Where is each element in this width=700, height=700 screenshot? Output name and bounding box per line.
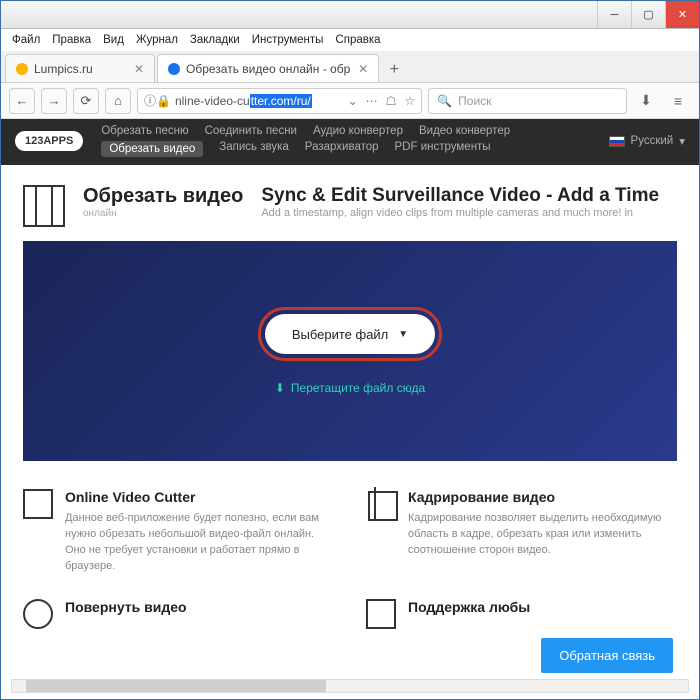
drop-hint-text: Перетащите файл сюда (291, 381, 425, 395)
tab-close-icon[interactable]: ✕ (126, 62, 144, 76)
caret-down-icon[interactable]: ▼ (398, 329, 408, 340)
home-button[interactable]: ⌂ (105, 88, 131, 114)
menu-history[interactable]: Журнал (131, 32, 183, 48)
menubar: Файл Правка Вид Журнал Закладки Инструме… (1, 29, 699, 51)
page-subtitle: онлайн (83, 208, 243, 219)
menu-join-songs[interactable]: Соединить песни (205, 125, 297, 137)
menu-bookmarks[interactable]: Закладки (185, 32, 245, 48)
chevron-down-icon: ▾ (679, 134, 685, 148)
lock-icon: 🔒 (156, 94, 171, 108)
info-icon[interactable]: ⓘ (144, 92, 156, 109)
menu-unarchiver[interactable]: Разархиватор (305, 141, 379, 157)
language-label: Русский (631, 135, 674, 147)
highlight-annotation: Выберите файл ▼ (258, 307, 442, 361)
bookmark-star-icon[interactable]: ☆ (404, 94, 415, 108)
choose-file-button[interactable]: Выберите файл ▼ (265, 314, 435, 354)
features-row-2: Повернуть видео Поддержка любы (1, 575, 699, 629)
favicon-icon (168, 63, 180, 75)
hamburger-menu-button[interactable]: ≡ (665, 88, 691, 114)
dropdown-icon[interactable]: ⌄ (348, 94, 358, 108)
menu-cut-video[interactable]: Обрезать видео (101, 141, 203, 157)
film-cut-icon (23, 185, 65, 227)
ad-title: Sync & Edit Surveillance Video - Add a T… (261, 185, 677, 207)
ad-subtitle: Add a timestamp, align video clips from … (261, 207, 677, 219)
menu-audio-converter[interactable]: Аудио конвертер (313, 125, 403, 137)
ad-block[interactable]: Sync & Edit Surveillance Video - Add a T… (261, 185, 677, 219)
page-title: Обрезать видео (83, 185, 243, 208)
film-icon (23, 489, 53, 519)
site-menu: Обрезать песню Соединить песни Аудио кон… (101, 125, 521, 157)
browser-window: ─ ▢ ✕ Файл Правка Вид Журнал Закладки Ин… (0, 0, 700, 700)
new-tab-button[interactable]: + (381, 58, 407, 82)
language-selector[interactable]: Русский ▾ (609, 134, 685, 148)
download-icon: ⬇ (275, 381, 285, 395)
toolbar: ← → ⟳ ⌂ ⓘ 🔒 nline-video-cutter.com/ru/ ⌄… (1, 83, 699, 119)
tab-video-cutter[interactable]: Обрезать видео онлайн - обр ✕ (157, 54, 379, 82)
features-row-1: Online Video Cutter Данное веб-приложени… (1, 461, 699, 575)
choose-file-label: Выберите файл (292, 327, 388, 342)
page-header: Обрезать видео онлайн Sync & Edit Survei… (1, 165, 699, 241)
menu-edit[interactable]: Правка (47, 32, 96, 48)
menu-pdf-tools[interactable]: PDF инструменты (395, 141, 491, 157)
url-text-highlight: tter.com/ru/ (250, 94, 312, 108)
feature-title: Online Video Cutter (65, 489, 334, 505)
tab-title: Lumpics.ru (34, 62, 93, 76)
titlebar: ─ ▢ ✕ (1, 1, 699, 29)
crop-icon (366, 489, 396, 519)
horizontal-scrollbar[interactable] (11, 679, 689, 693)
menu-help[interactable]: Справка (330, 32, 385, 48)
search-input[interactable]: 🔍 Поиск (428, 88, 627, 114)
maximize-button[interactable]: ▢ (631, 1, 665, 28)
minimize-button[interactable]: ─ (597, 1, 631, 28)
tab-close-icon[interactable]: ✕ (350, 62, 368, 76)
page-content: 123APPS Обрезать песню Соединить песни А… (1, 119, 699, 699)
support-icon (366, 599, 396, 629)
back-button[interactable]: ← (9, 88, 35, 114)
url-bar[interactable]: ⓘ 🔒 nline-video-cutter.com/ru/ ⌄ ⋯ ☖ ☆ (137, 88, 422, 114)
feature-title: Повернуть видео (65, 599, 187, 623)
scrollbar-thumb[interactable] (26, 680, 326, 692)
forward-button[interactable]: → (41, 88, 67, 114)
feedback-button[interactable]: Обратная связь (541, 638, 673, 673)
feature-text: Кадрирование позволяет выделить необходи… (408, 511, 677, 559)
feature-title: Кадрирование видео (408, 489, 677, 505)
tab-title: Обрезать видео онлайн - обр (186, 62, 350, 76)
downloads-button[interactable]: ⬇ (633, 88, 659, 114)
menu-video-converter[interactable]: Видео конвертер (419, 125, 510, 137)
site-logo[interactable]: 123APPS (15, 131, 83, 151)
rotate-icon (23, 599, 53, 629)
menu-view[interactable]: Вид (98, 32, 129, 48)
menu-file[interactable]: Файл (7, 32, 45, 48)
flag-ru-icon (609, 136, 625, 147)
favicon-icon (16, 63, 28, 75)
feature-text: Данное веб-приложение будет полезно, есл… (65, 511, 334, 575)
menu-tools[interactable]: Инструменты (247, 32, 329, 48)
shield-icon[interactable]: ☖ (386, 94, 397, 108)
upload-area[interactable]: Выберите файл ▼ ⬇ Перетащите файл сюда (23, 241, 677, 461)
search-icon: 🔍 (437, 94, 452, 108)
more-icon[interactable]: ⋯ (366, 94, 378, 108)
drop-hint: ⬇ Перетащите файл сюда (275, 381, 425, 395)
feature-title: Поддержка любы (408, 599, 530, 623)
menu-record-audio[interactable]: Запись звука (219, 141, 289, 157)
tab-bar: Lumpics.ru ✕ Обрезать видео онлайн - обр… (1, 51, 699, 83)
menu-cut-song[interactable]: Обрезать песню (101, 125, 188, 137)
reload-button[interactable]: ⟳ (73, 88, 99, 114)
url-text-pre: nline-video-cu (175, 94, 250, 108)
close-button[interactable]: ✕ (665, 1, 699, 28)
site-navbar: 123APPS Обрезать песню Соединить песни А… (1, 119, 699, 165)
search-placeholder: Поиск (458, 94, 491, 108)
tab-lumpics[interactable]: Lumpics.ru ✕ (5, 54, 155, 82)
